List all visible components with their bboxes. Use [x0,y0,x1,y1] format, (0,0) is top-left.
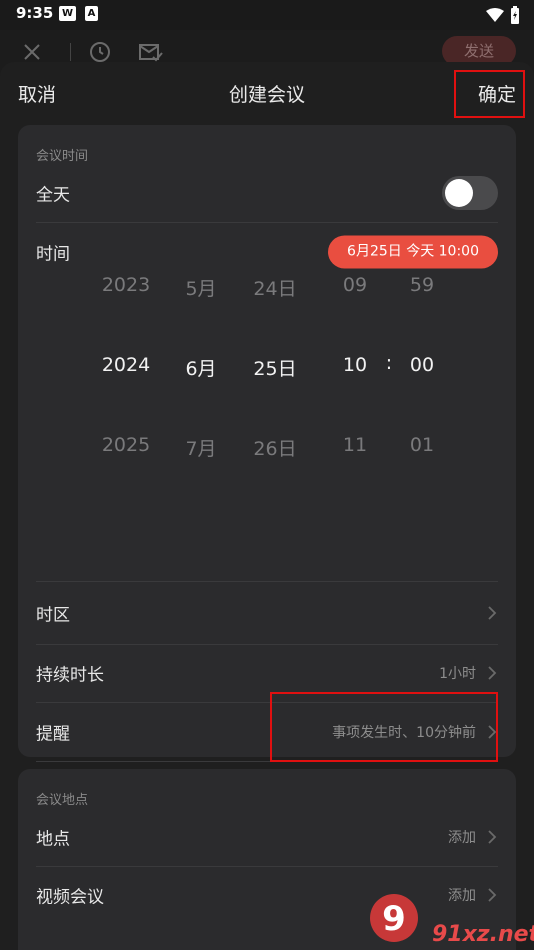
picker-hour-next[interactable]: 11 [343,434,367,456]
meeting-time-card: 会议时间 全天 时间 6月25日 今天 10:00 2023 5月 24日 09… [18,125,516,804]
time-summary-pill[interactable]: 6月25日 今天 10:00 [328,235,498,269]
chevron-right-icon [488,830,497,844]
sheet-header: 取消 创建会议 确定 [0,62,534,124]
picker-hour-selected[interactable]: 10 [343,354,367,376]
divider [36,581,498,582]
all-day-toggle[interactable] [442,176,498,210]
status-time: 9:35 [16,4,54,22]
confirm-highlight-box [454,70,525,118]
clock-icon[interactable] [88,40,112,64]
duration-label: 持续时长 [36,665,104,686]
picker-minute-selected[interactable]: 00 [410,354,434,376]
datetime-picker[interactable]: 2023 5月 24日 09 59 2024 6月 25日 10 : 00 20… [18,274,516,523]
picker-month-next[interactable]: 7月 [185,434,216,461]
time-row: 时间 6月25日 今天 10:00 [36,223,498,281]
svg-text:9: 9 [382,899,406,939]
all-day-row: 全天 [36,164,498,222]
video-meeting-label: 视频会议 [36,887,104,908]
picker-day-next[interactable]: 26日 [253,434,296,461]
picker-month-selected[interactable]: 6月 [185,354,216,381]
picker-hour-prev[interactable]: 09 [343,274,367,296]
reminder-label: 提醒 [36,724,70,745]
meeting-time-section-label: 会议时间 [36,149,89,164]
notification-app-icon: A [85,6,98,21]
picker-day-selected[interactable]: 25日 [253,354,296,381]
location-label: 地点 [36,829,70,850]
location-value: 添加 [448,830,476,846]
duration-value: 1小时 [439,666,476,682]
site-watermark: 9 91xz.net [360,880,534,950]
chevron-right-icon [488,606,497,620]
all-day-label: 全天 [36,185,70,206]
close-icon[interactable] [20,40,44,64]
picker-minute-prev[interactable]: 59 [410,274,434,296]
chevron-right-icon [488,666,497,680]
battery-icon [511,6,519,24]
picker-colon: : [385,352,393,374]
wps-app-icon: W [59,6,76,21]
picker-month-prev[interactable]: 5月 [185,274,216,301]
picker-minute-next[interactable]: 01 [410,434,434,456]
create-meeting-sheet: 取消 创建会议 确定 会议时间 全天 时间 6月25日 今天 10:00 202… [0,62,534,950]
picker-year-selected[interactable]: 2024 [102,354,150,376]
picker-year-next[interactable]: 2025 [102,434,150,456]
location-row[interactable]: 地点 添加 [36,808,498,866]
meeting-place-section-label: 会议地点 [36,793,89,808]
wifi-icon [486,8,504,22]
timezone-row[interactable]: 时区 [36,584,498,642]
envelope-check-icon[interactable] [138,40,164,64]
watermark-logo-icon: 9 [370,894,418,942]
timezone-label: 时区 [36,605,70,626]
toggle-knob [445,179,473,207]
picker-day-prev[interactable]: 24日 [253,274,296,301]
toolbar-divider [70,43,71,61]
status-bar: 9:35 W A [0,0,534,30]
picker-year-prev[interactable]: 2023 [102,274,150,296]
time-label: 时间 [36,244,70,265]
watermark-text: 91xz.net [432,922,534,947]
reminder-highlight-box [270,692,498,762]
